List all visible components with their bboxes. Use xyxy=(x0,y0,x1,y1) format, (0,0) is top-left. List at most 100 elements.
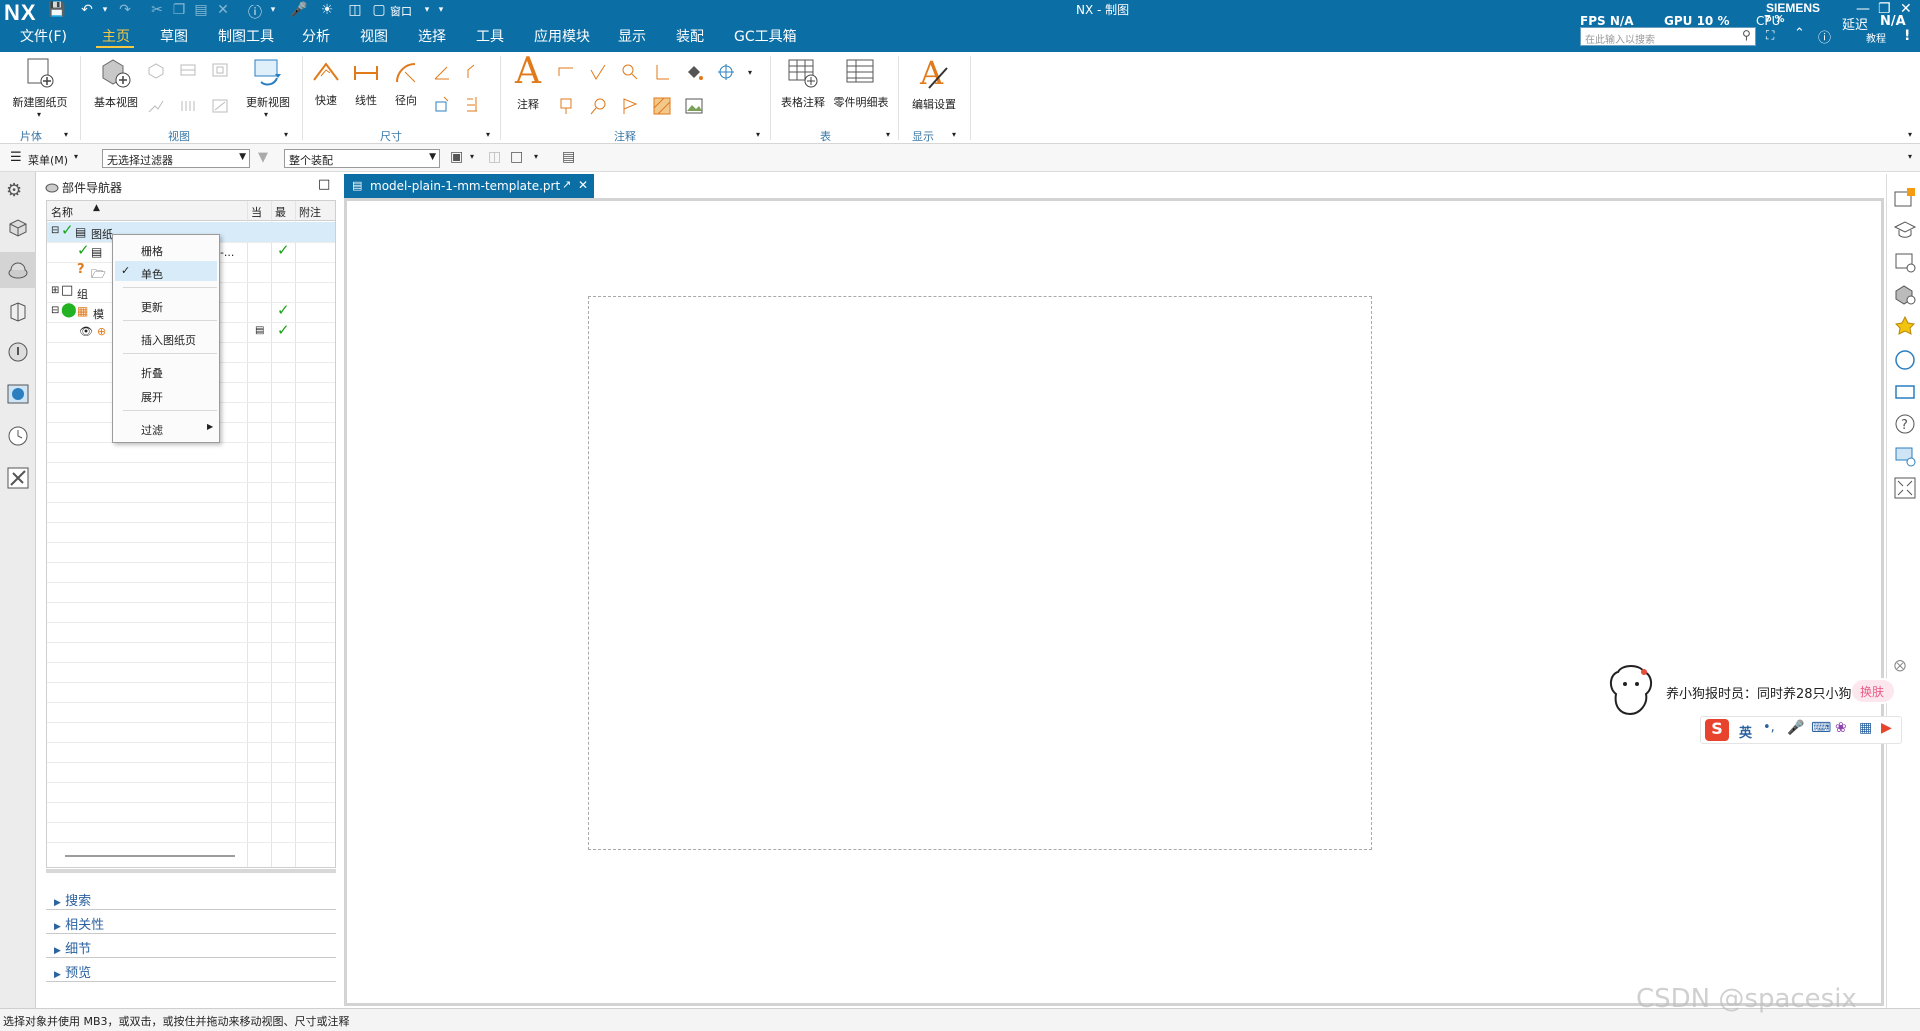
view-refresh-icon[interactable] xyxy=(1893,444,1917,468)
thickness-dimension-icon[interactable] xyxy=(432,94,452,114)
snap-point-icon[interactable]: □ xyxy=(510,149,523,165)
filter-reset-icon[interactable]: ▼ xyxy=(258,150,268,165)
customize-dropdown-icon[interactable]: ▾ xyxy=(432,5,450,23)
microphone-icon[interactable]: 🎤 xyxy=(1787,720,1804,736)
window-icon[interactable]: ▢ xyxy=(370,2,388,20)
panel-dependencies[interactable]: ▶ 相关性 xyxy=(46,912,336,934)
ime-menu-icon[interactable]: ▶ xyxy=(1881,720,1892,736)
target-point-icon[interactable] xyxy=(716,62,736,82)
assembly-navigator-icon[interactable] xyxy=(6,216,30,240)
menu-button[interactable]: 菜单(M) xyxy=(28,152,68,168)
note-button[interactable]: A 注释 xyxy=(506,54,550,112)
view-selection-icon[interactable]: ▤ xyxy=(562,149,575,165)
redo-icon[interactable]: ↷ xyxy=(116,2,134,20)
snap-dropdown-icon[interactable]: ▾ xyxy=(534,152,538,161)
toolbar-options-dropdown-icon[interactable]: ▾ xyxy=(1908,152,1912,161)
group-sheet-dropdown-icon[interactable]: ▾ xyxy=(64,130,68,139)
restore-icon[interactable]: ❐ xyxy=(1878,1,1891,17)
radial-dimension-button[interactable]: 径向 xyxy=(386,58,426,108)
menu-item-monochrome[interactable]: 单色 xyxy=(141,266,163,282)
fill-icon[interactable] xyxy=(684,62,704,82)
balloon-icon[interactable] xyxy=(588,96,608,116)
checkmark-icon[interactable]: ✓ xyxy=(77,241,90,259)
target-dropdown-icon[interactable]: ▾ xyxy=(748,68,752,77)
minimize-icon[interactable]: — xyxy=(1856,1,1870,17)
fullscreen-icon[interactable]: ⛶ xyxy=(1766,28,1774,43)
cut-icon[interactable]: ✂ xyxy=(148,2,166,20)
menu-tools[interactable]: 工具 xyxy=(476,26,504,46)
group-dimension-dropdown-icon[interactable]: ▾ xyxy=(486,130,490,139)
checkmark-icon[interactable]: ✓ xyxy=(61,221,74,239)
close-icon[interactable]: ✕ xyxy=(1900,1,1912,17)
new-sheet-dropdown-icon[interactable]: ▾ xyxy=(37,110,41,119)
paste-icon[interactable]: ▤ xyxy=(192,2,210,20)
ribbon-options-dropdown-icon[interactable]: ▾ xyxy=(1908,130,1912,139)
expand-icon[interactable]: ⊞ xyxy=(51,285,59,296)
menu-drafting-tools[interactable]: 制图工具 xyxy=(218,26,274,46)
alert-icon[interactable]: ! xyxy=(1904,28,1910,44)
undo-icon[interactable]: ↶ xyxy=(78,2,96,20)
weld-symbol-icon[interactable] xyxy=(652,62,672,82)
close-icon[interactable]: ⨂ xyxy=(1894,658,1906,672)
gear-icon[interactable]: ⚙ xyxy=(6,180,30,204)
undo-dropdown-icon[interactable]: ▾ xyxy=(96,5,114,23)
ime-language-toggle[interactable]: 英 xyxy=(1739,722,1752,741)
model-view-icon[interactable] xyxy=(1893,282,1917,306)
group-annotation-dropdown-icon[interactable]: ▾ xyxy=(756,130,760,139)
dog-mascot-icon[interactable] xyxy=(1606,662,1656,718)
menu-assembly[interactable]: 装配 xyxy=(676,26,704,46)
type-filter-dropdown-icon[interactable]: ▾ xyxy=(470,152,474,161)
collapse-icon[interactable]: ⊟ xyxy=(51,305,59,316)
favorites-icon[interactable] xyxy=(1893,314,1917,338)
quick-dimension-button[interactable]: 快速 xyxy=(306,58,346,108)
tutorial-label[interactable]: 教程 xyxy=(1866,30,1886,45)
menu-file[interactable]: 文件(F) xyxy=(20,26,67,46)
microphone-icon[interactable]: 🎤 xyxy=(290,2,308,20)
type-filter-icon[interactable]: ▣ xyxy=(450,149,463,165)
rectangle-icon[interactable] xyxy=(1893,380,1917,404)
help-icon[interactable]: ⓘ xyxy=(246,2,264,21)
panel-preview[interactable]: ▶ 预览 xyxy=(46,960,336,982)
add-view-icon[interactable] xyxy=(1893,250,1917,274)
menu-view[interactable]: 视图 xyxy=(360,26,388,46)
eye-icon[interactable]: 👁 xyxy=(79,325,93,338)
menu-item-grid[interactable]: 栅格 xyxy=(141,243,163,259)
command-search-input[interactable]: 在此输入以搜索 xyxy=(1580,27,1756,46)
part-navigator-icon[interactable] xyxy=(6,258,30,282)
panel-search[interactable]: ▶ 搜索 xyxy=(46,888,336,910)
angular-dimension-icon[interactable] xyxy=(432,62,452,82)
menu-select[interactable]: 选择 xyxy=(418,26,446,46)
circle-icon[interactable] xyxy=(1893,348,1917,372)
help-circle-icon[interactable]: ⓘ xyxy=(1818,27,1831,46)
menu-item-insert-sheet[interactable]: 插入图纸页 xyxy=(141,332,196,348)
update-view-button[interactable]: 更新视图 xyxy=(240,56,296,110)
base-view-button[interactable]: 基本视图 xyxy=(86,56,146,110)
web-browser-icon[interactable] xyxy=(6,382,30,406)
punctuation-icon[interactable]: •, xyxy=(1763,720,1775,735)
view-creation-icon[interactable] xyxy=(178,96,198,116)
feature-control-frame-icon[interactable] xyxy=(556,62,576,82)
edit-settings-button[interactable]: A 编辑设置 xyxy=(904,54,964,112)
menu-application[interactable]: 应用模块 xyxy=(534,26,590,46)
parts-list-button[interactable]: 零件明细表 xyxy=(830,56,892,110)
window-menu[interactable]: 窗口 xyxy=(390,3,412,19)
sogou-logo-icon[interactable]: S xyxy=(1705,719,1729,741)
panel-splitter[interactable] xyxy=(46,869,336,873)
menu-item-collapse[interactable]: 折叠 xyxy=(141,365,163,381)
linear-dimension-button[interactable]: 线性 xyxy=(346,58,386,108)
skin-button[interactable]: 换肤 xyxy=(1852,680,1894,702)
delete-icon[interactable]: ✕ xyxy=(214,2,232,20)
column-header-latest[interactable]: 最 xyxy=(271,201,295,221)
drawing-view-icon[interactable] xyxy=(210,96,230,116)
horizontal-scrollbar[interactable] xyxy=(65,855,235,857)
flag-icon[interactable] xyxy=(620,96,640,116)
switch-window-icon[interactable]: ◫ xyxy=(346,2,364,20)
help-dropdown-icon[interactable]: ▾ xyxy=(264,5,282,23)
group-display-dropdown-icon[interactable]: ▾ xyxy=(952,130,956,139)
reuse-library-icon[interactable] xyxy=(6,300,30,324)
add-sheet-icon[interactable] xyxy=(1893,186,1917,210)
projected-view-icon[interactable] xyxy=(146,60,166,80)
detail-view-icon[interactable] xyxy=(210,60,230,80)
chamfer-dimension-icon[interactable] xyxy=(464,62,484,82)
collapse-icon[interactable]: ⊟ xyxy=(51,225,59,236)
